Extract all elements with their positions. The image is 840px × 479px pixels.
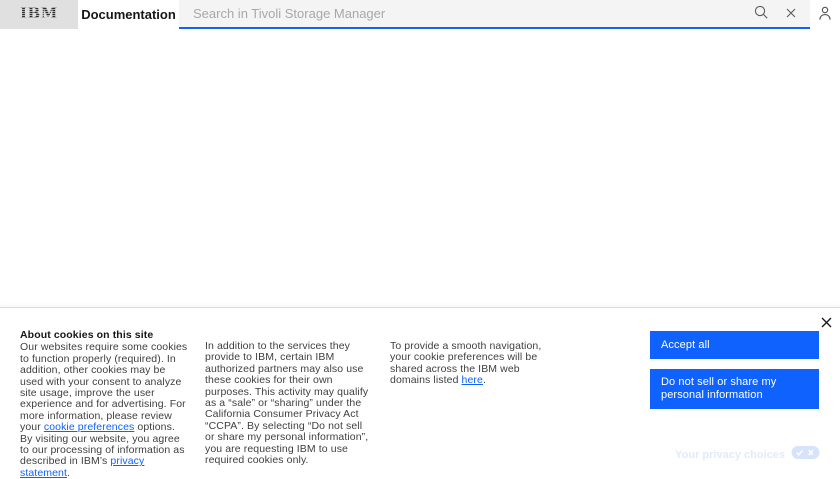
documentation-label: Documentation (81, 7, 176, 22)
banner-close-button[interactable] (817, 314, 835, 332)
top-navbar: IBM Documentation (0, 0, 840, 29)
privacy-choices-icon (791, 446, 820, 464)
search-icon (753, 4, 769, 23)
cookie-banner-column-1: About cookies on this site Our websites … (20, 329, 189, 479)
ibm-logo[interactable]: IBM (0, 0, 78, 29)
svg-text:IBM: IBM (20, 4, 58, 20)
close-icon (786, 6, 796, 21)
cookie-banner-paragraph-2: In addition to the services they provide… (205, 340, 369, 467)
privacy-choices-label: Your privacy choices (675, 449, 785, 461)
clear-search-button[interactable] (776, 0, 806, 27)
cookie-banner-paragraph-1: Our websites require some cookies to fun… (20, 341, 188, 479)
content-area (0, 29, 840, 307)
accept-all-button[interactable]: Accept all (650, 331, 819, 359)
user-region (810, 0, 840, 29)
cookie-banner-title: About cookies on this site (20, 329, 154, 341)
user-icon (817, 5, 833, 24)
cookie-preferences-link[interactable]: cookie preferences (44, 421, 135, 433)
cookie-banner-buttons: Accept all Do not sell or share my perso… (650, 331, 819, 409)
do-not-sell-button[interactable]: Do not sell or share my personal informa… (650, 369, 819, 409)
ibm-logo-icon: IBM (19, 4, 59, 25)
nav-item-documentation[interactable]: Documentation (78, 0, 179, 29)
your-privacy-choices[interactable]: Your privacy choices (675, 446, 820, 464)
banner-close-icon (821, 316, 832, 331)
ibm-documentation-page: IBM Documentation Search in Tivoli Stora… (0, 0, 840, 479)
cookie-banner-paragraph-3: To provide a smooth navigation, your coo… (390, 340, 542, 387)
search-icon-button[interactable] (746, 0, 776, 27)
search-bar (179, 0, 810, 29)
cookie-consent-banner: About cookies on this site Our websites … (0, 307, 840, 479)
cookie-banner-column-2: In addition to the services they provide… (205, 330, 374, 479)
domains-listed-here-link[interactable]: here (462, 374, 483, 386)
cookie-banner-column-3: To provide a smooth navigation, your coo… (390, 330, 559, 479)
user-profile-button[interactable] (810, 1, 840, 28)
search-input[interactable] (179, 0, 746, 27)
